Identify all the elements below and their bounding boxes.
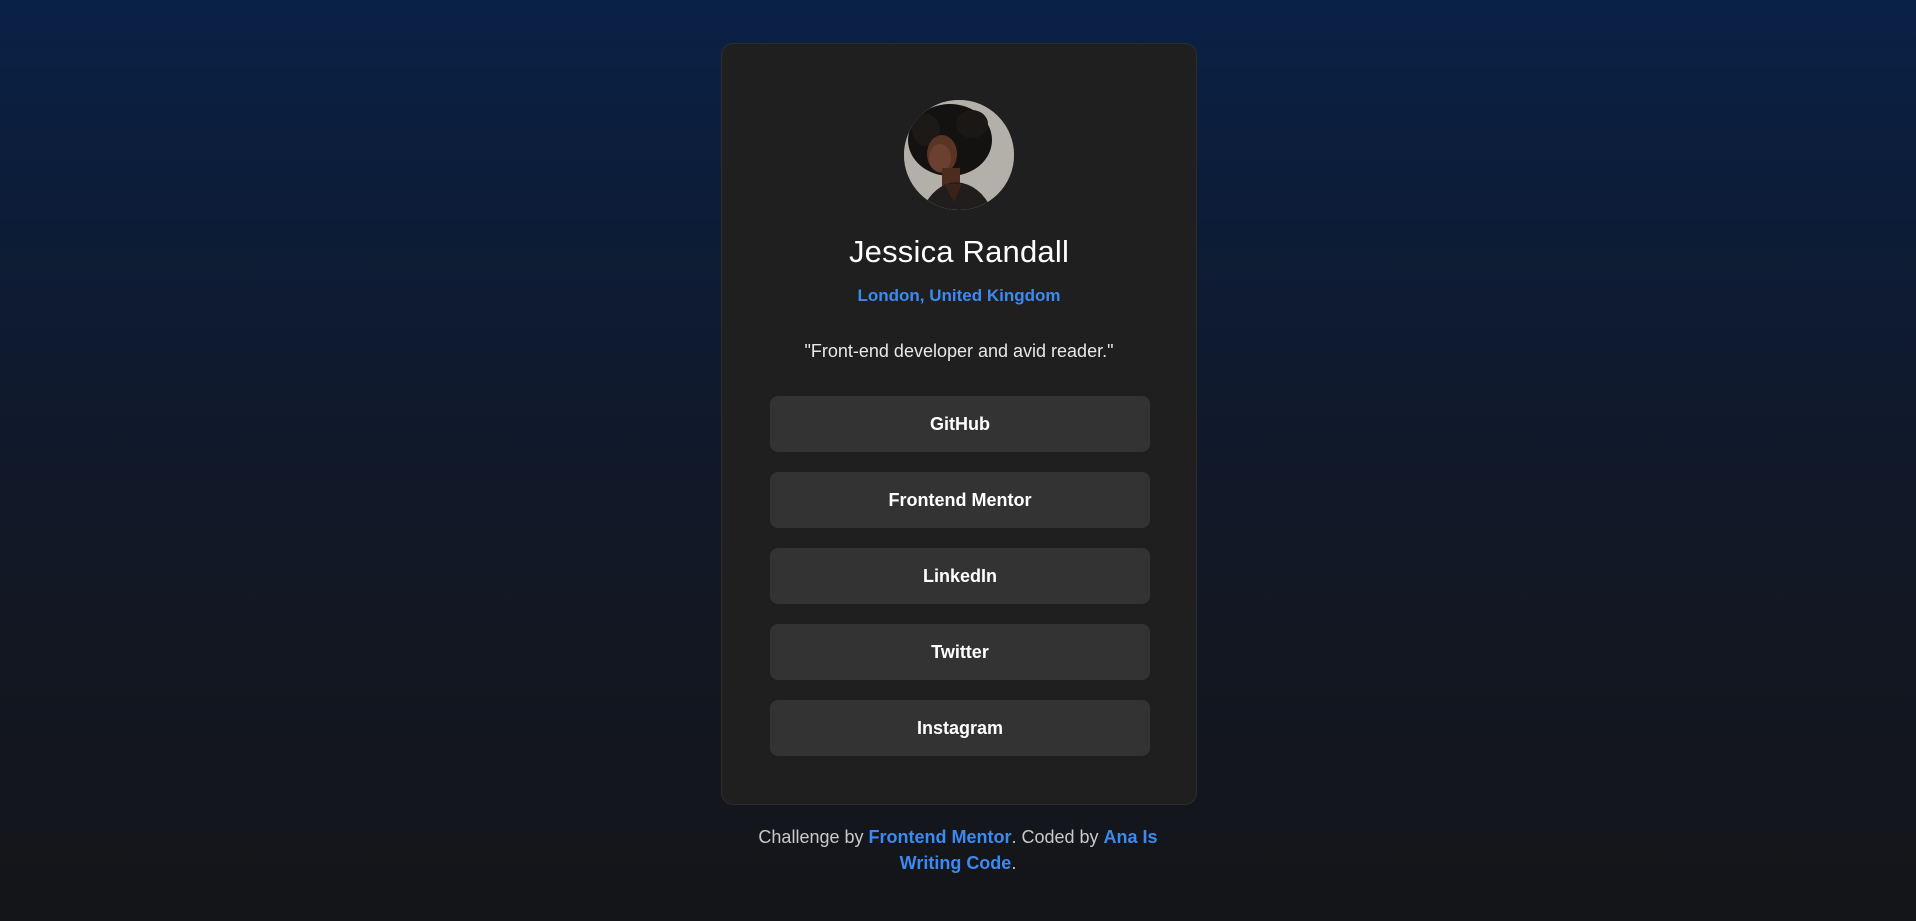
attribution-footer: Challenge by Frontend Mentor. Coded by A… xyxy=(740,824,1176,876)
twitter-link-button[interactable]: Twitter xyxy=(770,624,1150,680)
profile-location: London, United Kingdom xyxy=(857,286,1061,305)
profile-name: Jessica Randall xyxy=(848,234,1070,269)
footer-middle-text: . Coded by xyxy=(1011,827,1104,847)
avatar-portrait-image xyxy=(904,100,1014,210)
footer-suffix-text: . xyxy=(1011,853,1017,873)
footer-prefix-text: Challenge by xyxy=(758,827,869,847)
github-link-button[interactable]: GitHub xyxy=(770,396,1150,452)
profile-bio: "Front-end developer and avid reader." xyxy=(804,341,1114,361)
linkedin-link-button[interactable]: LinkedIn xyxy=(770,548,1150,604)
profile-card: Jessica Randall London, United Kingdom "… xyxy=(721,43,1197,805)
avatar xyxy=(904,100,1014,210)
social-links: GitHub Frontend Mentor LinkedIn Twitter … xyxy=(770,396,1150,776)
instagram-link-button[interactable]: Instagram xyxy=(770,700,1150,756)
frontend-mentor-link-button[interactable]: Frontend Mentor xyxy=(770,472,1150,528)
frontend-mentor-footer-link[interactable]: Frontend Mentor xyxy=(869,827,1012,847)
